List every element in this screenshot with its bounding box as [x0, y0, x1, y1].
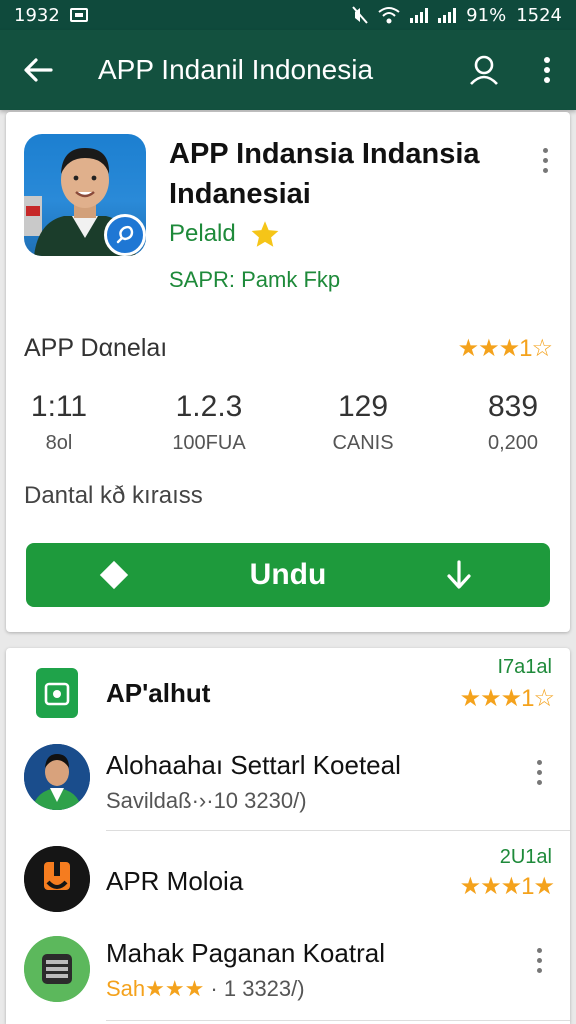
account-button[interactable]: [450, 30, 518, 110]
list-item-stars: ★★★1★: [459, 873, 555, 900]
list-item-avatar[interactable]: [24, 846, 90, 912]
stat-value: 839: [487, 390, 539, 423]
battery-percent: 91%: [466, 4, 507, 26]
app-title: APP Indansia Indansia Indanesiai: [169, 138, 480, 210]
list-item-subtext: · 1 3323/): [204, 976, 305, 1001]
stat-item: 1.2.3 100FUA: [144, 390, 274, 455]
list-item-subtitle: Savildaß·›·10 3230/): [106, 788, 307, 813]
list-item-title[interactable]: Mahak Paganan Koatral: [106, 938, 385, 969]
stat-value: 1:11: [30, 390, 88, 423]
more-vert-icon: [544, 57, 550, 83]
camera-app-icon[interactable]: [36, 668, 78, 718]
divider: [106, 1020, 570, 1021]
list-item-count: 2U1al: [499, 846, 552, 868]
overflow-menu-button[interactable]: [518, 30, 576, 110]
person-icon: [470, 55, 498, 85]
list-item-substars: Sah★★★: [106, 976, 205, 1001]
stat-label: CANIS: [332, 432, 394, 454]
developer-row: Pelald: [169, 220, 280, 248]
list-header-title[interactable]: AP'alhut: [106, 678, 210, 709]
star-icon: [251, 221, 279, 247]
app-bar: APP Indanil Indonesia: [0, 30, 576, 110]
arrow-left-icon: [24, 58, 53, 82]
stat-item: 839 0,200: [448, 390, 576, 455]
section-label: APP Dαnelaı: [24, 334, 168, 362]
stat-item: 1:11 8ol: [0, 390, 124, 455]
signal-icon: [410, 7, 429, 23]
list-header-stars: ★★★1☆: [459, 685, 555, 712]
stat-label: 100FUA: [172, 432, 246, 454]
list-item-subtitle: Sah★★★ · 1 3323/): [106, 976, 305, 1002]
divider: [106, 830, 570, 831]
list-item-avatar[interactable]: [24, 744, 90, 810]
install-button[interactable]: Undu: [26, 543, 550, 607]
list-item-more-button[interactable]: [524, 752, 554, 792]
related-apps-card: AP'alhut I7a1al ★★★1☆ Alohaahaı Settarl …: [6, 648, 570, 1024]
stat-item: 129 CANIS: [298, 390, 428, 455]
back-button[interactable]: [0, 30, 76, 110]
developer-name[interactable]: Pelald: [169, 220, 236, 248]
install-label: Undu: [249, 558, 327, 591]
download-arrow-icon: [447, 560, 471, 589]
signal-icon-2: [438, 7, 457, 23]
list-item-title[interactable]: APR Moloia: [106, 866, 243, 897]
list-item-more-button[interactable]: [524, 940, 554, 980]
mute-icon: [352, 6, 368, 24]
verified-badge-icon: [104, 214, 146, 256]
diamond-icon: [99, 560, 129, 590]
stat-value: 129: [337, 390, 389, 423]
content-rating: SAPR: Pamk Fkp: [169, 267, 341, 292]
app-more-button[interactable]: [530, 140, 560, 180]
rating-stars: ★★★1☆: [457, 335, 553, 362]
app-description: Dantal kð kıraıss: [24, 482, 203, 509]
status-clock: 1524: [516, 4, 562, 26]
list-item-title[interactable]: Alohaahaı Settarl Koeteal: [106, 750, 401, 781]
notification-icon: [69, 8, 88, 22]
list-header-count: I7a1al: [497, 656, 553, 678]
stat-label: 0,200: [487, 432, 539, 454]
status-time: 1932: [14, 4, 60, 26]
stat-value: 1.2.3: [175, 390, 243, 423]
list-item-avatar[interactable]: [24, 936, 90, 1002]
page-title: APP Indanil Indonesia: [98, 54, 374, 85]
wifi-icon: [378, 7, 400, 24]
status-bar: 1932 91% 1524: [0, 0, 576, 30]
stat-label: 8ol: [45, 432, 73, 454]
app-detail-card: APP Indansia Indansia Indanesiai Pelald …: [6, 112, 570, 632]
